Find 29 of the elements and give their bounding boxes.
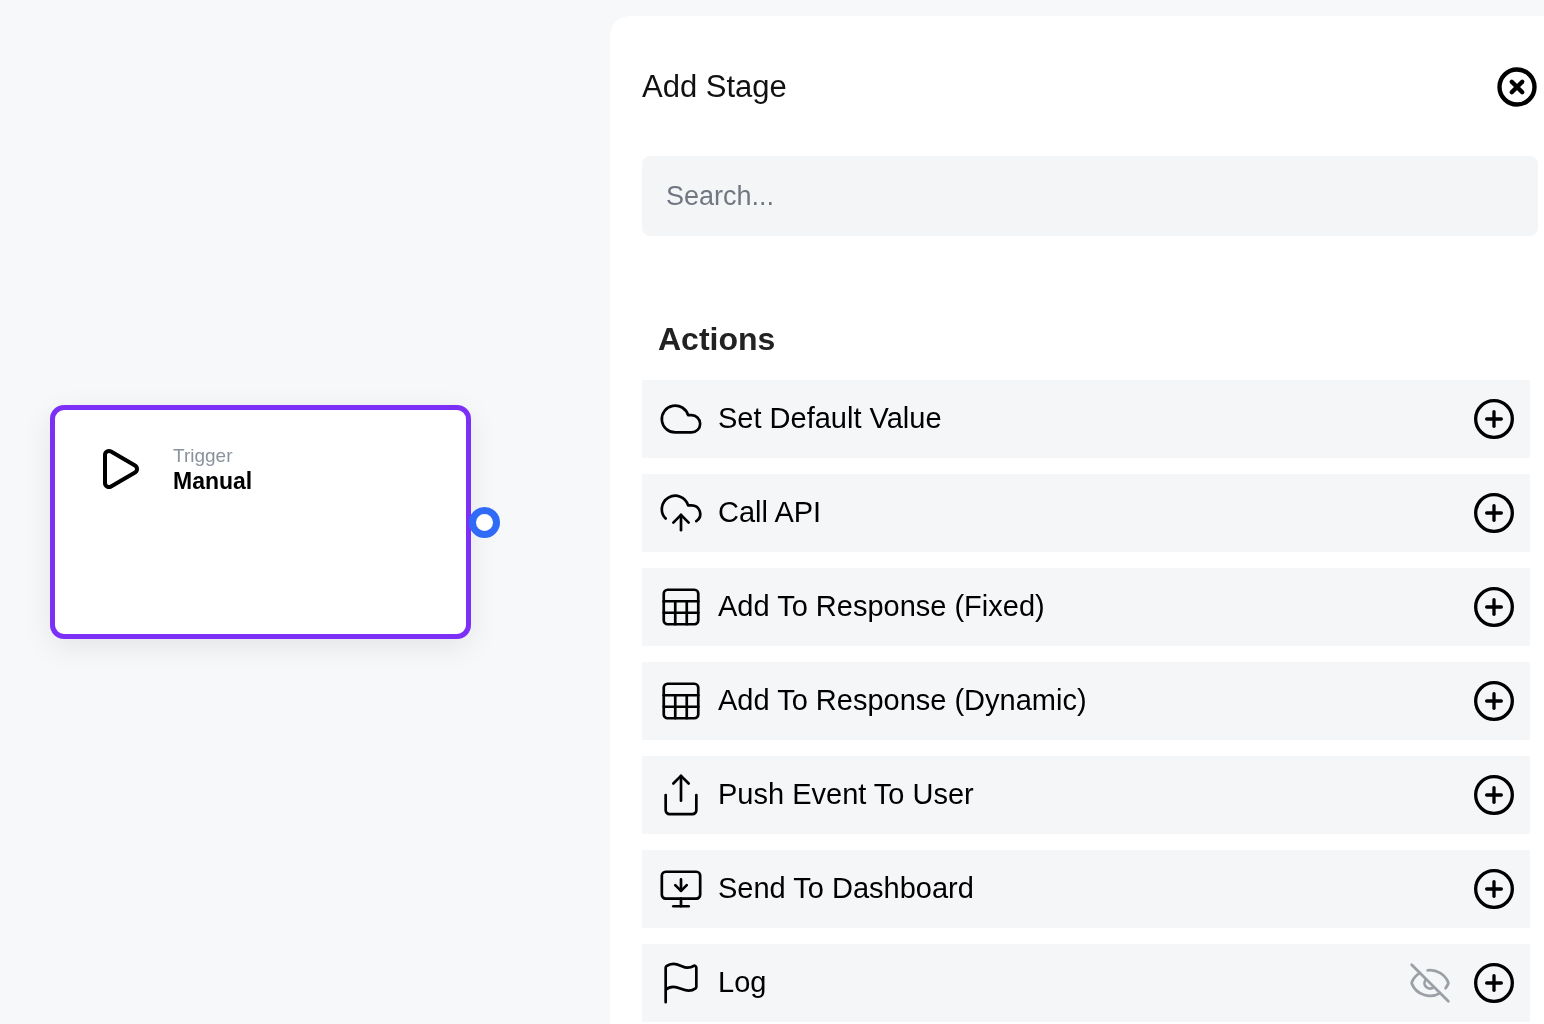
action-label: Log	[718, 965, 768, 1001]
add-button[interactable]	[1472, 397, 1516, 441]
connection-handle[interactable]	[469, 507, 500, 538]
close-button[interactable]	[1496, 66, 1538, 108]
action-label: Call API	[718, 495, 823, 531]
add-button[interactable]	[1472, 585, 1516, 629]
add-button[interactable]	[1472, 491, 1516, 535]
action-item[interactable]: Add To Response (Dynamic)	[642, 662, 1530, 740]
action-label: Send To Dashboard	[718, 871, 975, 907]
action-label: Add To Response (Dynamic)	[718, 683, 1088, 719]
action-label: Add To Response (Fixed)	[718, 589, 1046, 625]
panel-title: Add Stage	[642, 68, 787, 106]
add-button[interactable]	[1472, 679, 1516, 723]
action-item[interactable]: Set Default Value	[642, 380, 1530, 458]
add-button[interactable]	[1472, 867, 1516, 911]
section-heading: Actions	[658, 320, 777, 358]
add-button[interactable]	[1472, 773, 1516, 817]
action-label: Push Event To User	[718, 777, 975, 813]
action-label: Set Default Value	[718, 401, 943, 437]
action-item[interactable]: Push Event To User	[642, 756, 1530, 834]
node-title: Manual	[173, 467, 253, 495]
action-item[interactable]: Add To Response (Fixed)	[642, 568, 1530, 646]
action-item[interactable]: Log	[642, 944, 1530, 1022]
action-item[interactable]: Send To Dashboard	[642, 850, 1530, 928]
node-type-label: Trigger	[173, 445, 234, 467]
add-button[interactable]	[1472, 961, 1516, 1005]
search-field[interactable]: Search...	[642, 156, 1538, 236]
action-item[interactable]: Call API	[642, 474, 1530, 552]
trigger-node[interactable]: Trigger Manual	[50, 405, 471, 639]
